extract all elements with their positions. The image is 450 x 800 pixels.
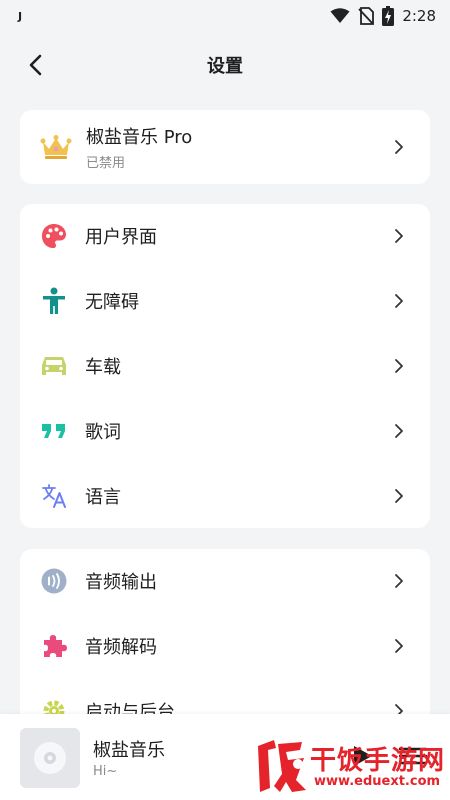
- settings-item-audio-decoding[interactable]: 音频解码: [20, 614, 430, 678]
- disc-icon: [34, 742, 66, 774]
- notification-icon: J: [18, 9, 23, 23]
- chevron-right-icon: [395, 424, 403, 438]
- chevron-right-icon: [395, 229, 403, 243]
- chevron-right-icon: [395, 574, 403, 588]
- settings-group-general: 用户界面 无障碍 车载 歌词 语言: [20, 204, 430, 528]
- status-bar: J 2:28: [0, 0, 450, 32]
- settings-item-accessibility[interactable]: 无障碍: [20, 269, 430, 333]
- speaker-icon: [40, 567, 68, 595]
- settings-item-label: 车载: [85, 357, 121, 378]
- chevron-right-icon: [395, 140, 403, 154]
- watermark-logo: [258, 740, 306, 792]
- app-bar: 设置: [0, 40, 450, 90]
- settings-item-language[interactable]: 语言: [20, 464, 430, 528]
- watermark-url: www.eduext.com: [314, 774, 441, 789]
- watermark: 干饭手游网 www.eduext.com: [252, 736, 450, 800]
- palette-icon: [40, 222, 68, 250]
- quote-icon: [40, 417, 68, 445]
- car-icon: [40, 352, 68, 380]
- pro-title: 椒盐音乐 Pro: [86, 127, 193, 148]
- accessibility-icon: [40, 287, 68, 315]
- settings-item-label: 语言: [85, 487, 121, 508]
- no-sim-icon: [358, 7, 375, 25]
- settings-item-ui[interactable]: 用户界面: [20, 204, 430, 268]
- page-title: 设置: [207, 56, 243, 77]
- chevron-right-icon: [395, 489, 403, 503]
- battery-charging-icon: [382, 6, 395, 26]
- crown-icon: [40, 133, 72, 161]
- pro-status: 已禁用: [86, 156, 126, 171]
- settings-item-lyrics[interactable]: 歌词: [20, 399, 430, 463]
- back-button[interactable]: [20, 50, 50, 80]
- settings-item-audio-output[interactable]: 音频输出: [20, 549, 430, 613]
- translate-icon: [40, 482, 68, 510]
- now-playing-subtitle: Hi~: [93, 764, 118, 779]
- settings-item-label: 音频解码: [85, 637, 157, 658]
- now-playing-title: 椒盐音乐: [93, 740, 165, 761]
- settings-item-label: 歌词: [85, 422, 121, 443]
- album-cover[interactable]: [20, 728, 80, 788]
- puzzle-icon: [40, 632, 68, 660]
- chevron-right-icon: [395, 294, 403, 308]
- settings-item-label: 用户界面: [85, 227, 157, 248]
- settings-item-label: 音频输出: [85, 572, 157, 593]
- pro-card[interactable]: 椒盐音乐 Pro 已禁用: [20, 110, 430, 184]
- watermark-text: 干饭手游网: [310, 746, 446, 776]
- wifi-icon: [330, 8, 350, 23]
- chevron-right-icon: [395, 359, 403, 373]
- status-time: 2:28: [402, 7, 436, 25]
- settings-item-label: 无障碍: [85, 292, 139, 313]
- chevron-right-icon: [395, 639, 403, 653]
- settings-item-car[interactable]: 车载: [20, 334, 430, 398]
- back-arrow-icon: [29, 54, 42, 76]
